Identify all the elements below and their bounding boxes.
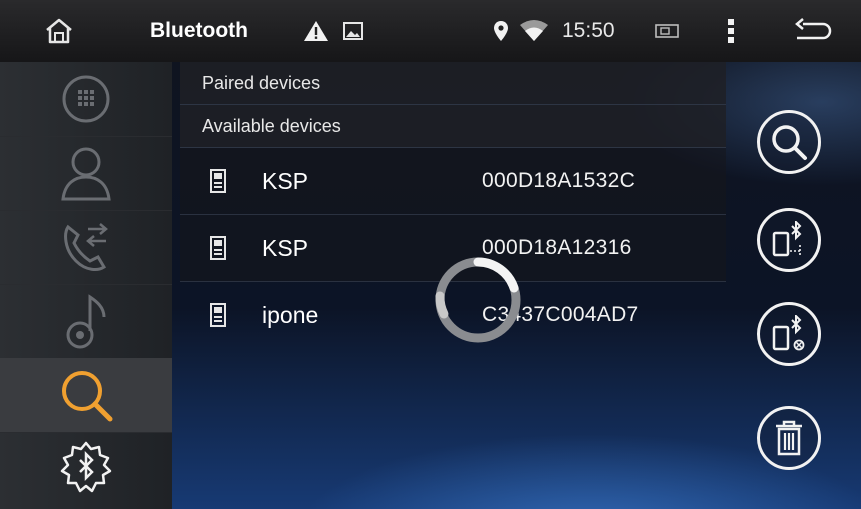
sidebar-item-search[interactable]	[0, 358, 175, 433]
clock: 15:50	[562, 19, 615, 42]
location-icon	[493, 0, 509, 62]
device-name: KSP	[262, 167, 309, 194]
phone-bluetooth-disconnect-icon	[772, 315, 805, 351]
status-bar: Bluetooth 15:50	[0, 0, 861, 63]
back-button[interactable]	[793, 0, 833, 62]
trash-icon	[776, 420, 802, 456]
available-devices-header: Available devices	[180, 105, 726, 148]
phone-device-icon	[210, 236, 226, 260]
music-note-icon	[66, 294, 106, 349]
app-title: Bluetooth	[150, 19, 248, 42]
back-icon	[795, 18, 832, 40]
more-vert-icon[interactable]	[727, 0, 735, 62]
sidebar-item-call-log[interactable]	[0, 210, 172, 285]
call-transfer-icon	[64, 223, 108, 271]
search-button[interactable]	[757, 110, 821, 174]
main-panel: Paired devices Available devices KSP 000…	[172, 62, 861, 509]
warning-icon	[303, 0, 329, 62]
phone-bluetooth-connect-icon	[772, 221, 802, 257]
search-icon	[62, 371, 113, 422]
device-address: 000D18A1532C	[482, 169, 636, 192]
delete-button[interactable]	[757, 406, 821, 470]
search-icon	[772, 125, 807, 160]
device-name: KSP	[262, 234, 309, 261]
disconnect-device-button[interactable]	[757, 302, 821, 366]
sidebar-item-bluetooth-settings[interactable]	[0, 432, 172, 506]
battery-icon	[655, 0, 679, 62]
connect-device-button[interactable]	[757, 208, 821, 272]
image-icon	[343, 0, 363, 62]
phone-device-icon	[210, 169, 226, 193]
sidebar	[0, 62, 175, 509]
home-button[interactable]	[44, 0, 74, 62]
wifi-icon	[519, 0, 549, 62]
loading-spinner	[435, 257, 521, 343]
list-item[interactable]: KSP 000D18A1532C	[180, 148, 726, 215]
sidebar-item-music[interactable]	[0, 284, 172, 359]
bluetooth-gear-icon	[60, 441, 112, 493]
paired-devices-header[interactable]: Paired devices	[180, 62, 726, 105]
contact-icon	[61, 147, 111, 201]
sidebar-item-contacts[interactable]	[0, 136, 172, 211]
sidebar-item-keypad[interactable]	[0, 62, 172, 137]
dialpad-icon	[62, 75, 110, 123]
home-icon	[46, 18, 72, 44]
phone-device-icon	[210, 303, 226, 327]
device-name: ipone	[262, 301, 319, 328]
